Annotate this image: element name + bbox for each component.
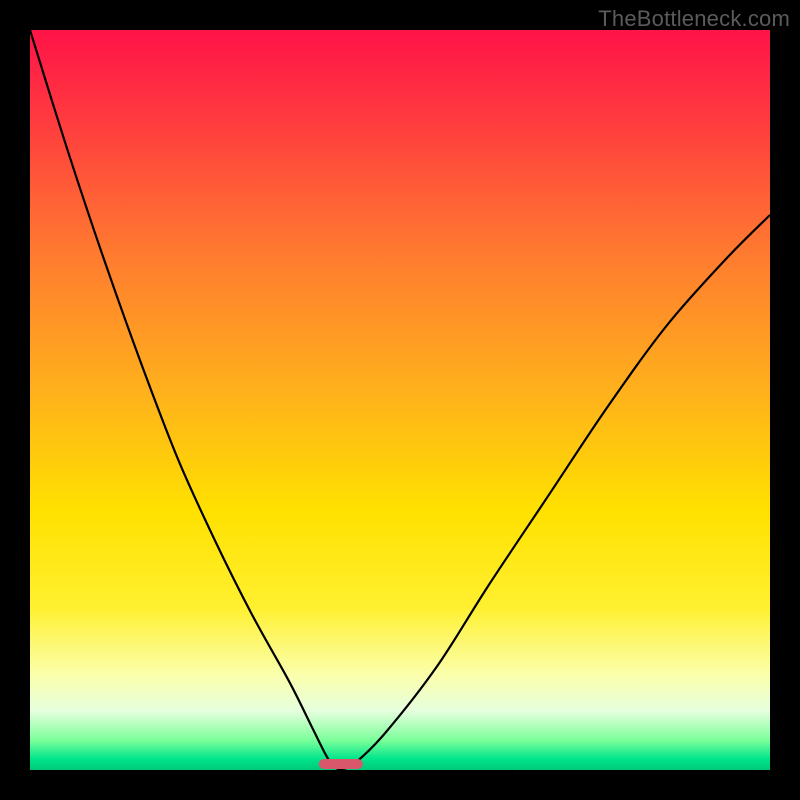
- chart-background: [30, 30, 770, 770]
- watermark-text: TheBottleneck.com: [598, 6, 790, 32]
- bottleneck-chart: [30, 30, 770, 770]
- chart-frame: [30, 30, 770, 770]
- minimum-marker: [319, 759, 363, 769]
